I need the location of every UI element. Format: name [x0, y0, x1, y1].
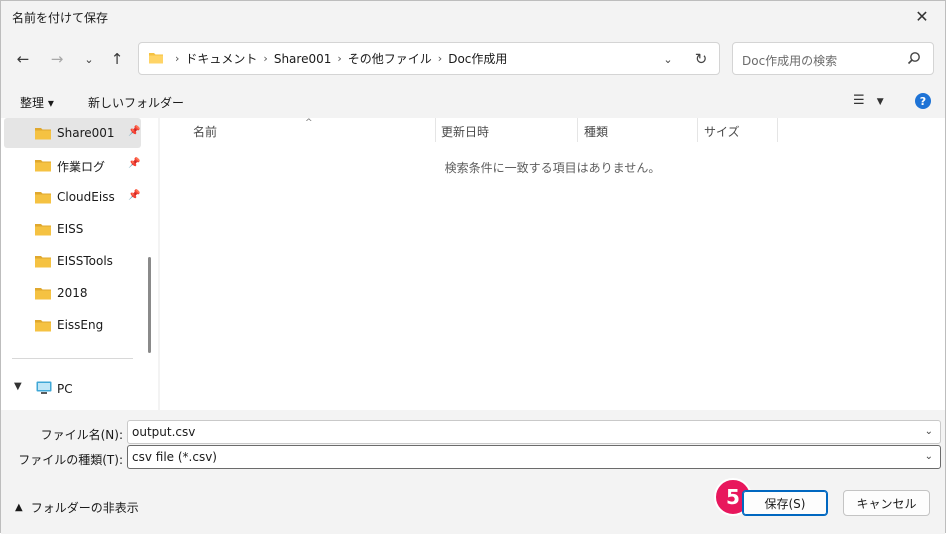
refresh-icon: ↻ — [694, 50, 708, 68]
sidebar-item-cloudeiss[interactable]: CloudEiss 📌 — [4, 182, 141, 212]
column-header-name[interactable]: 名前 — [193, 123, 217, 140]
sidebar-item-label: EISSTools — [57, 254, 113, 268]
sidebar-item-share001[interactable]: Share001 📌 — [4, 118, 141, 148]
forward-button[interactable]: → — [43, 45, 71, 73]
folder-icon — [35, 256, 51, 268]
cancel-button-label: キャンセル — [856, 496, 917, 511]
chevron-right-icon[interactable]: › — [438, 52, 442, 65]
chevron-up-icon: ▲ — [15, 502, 23, 513]
folder-icon — [35, 128, 51, 140]
breadcrumb-item-doc[interactable]: Doc作成用 — [448, 50, 507, 67]
address-bar[interactable]: › ドキュメント › Share001 › その他ファイル › Doc作成用 ⌄… — [138, 42, 720, 75]
empty-message: 検索条件に一致する項目はありません。 — [444, 161, 661, 175]
caret-down-icon: ▼ — [876, 97, 884, 107]
hide-folders-button[interactable]: ▲ フォルダーの非表示 — [15, 499, 139, 516]
sidebar-item-pc[interactable]: PC — [57, 382, 73, 396]
sidebar-item-label: Share001 — [57, 126, 115, 140]
chevron-down-icon[interactable]: ⌄ — [925, 451, 933, 462]
refresh-button[interactable]: ↻ — [690, 49, 712, 69]
column-divider[interactable] — [577, 118, 578, 142]
folder-icon — [35, 288, 51, 300]
file-list: ^ 名前 更新日時 種類 サイズ 検索条件に一致する項目はありません。 — [160, 118, 945, 410]
save-button-label: 保存(S) — [764, 496, 806, 511]
back-button[interactable]: ← — [9, 45, 37, 73]
sidebar-item-eiss[interactable]: EISS — [4, 214, 141, 244]
sidebar-scrollbar[interactable] — [148, 257, 151, 353]
divider — [12, 358, 133, 359]
column-divider[interactable] — [435, 118, 436, 142]
navigation-pane: Share001 📌 作業ログ 📌 CloudEiss 📌 EISS EISST… — [1, 118, 158, 410]
arrow-left-icon: ← — [16, 50, 30, 68]
column-header-size[interactable]: サイズ — [704, 123, 740, 140]
filename-label: ファイル名(N): — [40, 428, 123, 442]
sort-ascending-icon: ^ — [305, 118, 313, 128]
title-bar: 名前を付けて保存 ✕ — [1, 1, 945, 32]
sidebar-item-label: CloudEiss — [57, 190, 115, 204]
up-button[interactable]: ↑ — [103, 45, 131, 73]
hide-folders-label: フォルダーの非表示 — [30, 501, 139, 515]
filetype-value: csv file (*.csv) — [132, 450, 217, 464]
sidebar-item-label: 2018 — [57, 286, 88, 300]
filetype-select[interactable]: csv file (*.csv) ⌄ — [127, 445, 941, 469]
pin-icon[interactable]: 📌 — [128, 190, 140, 201]
filetype-label: ファイルの種類(T): — [18, 453, 123, 467]
sidebar-item-label: EissEng — [57, 318, 104, 332]
search-icon — [907, 52, 920, 65]
recent-locations-button[interactable]: ⌄ — [75, 45, 103, 73]
chevron-right-icon[interactable]: › — [263, 52, 267, 65]
breadcrumb-item-share001[interactable]: Share001 — [274, 52, 332, 66]
pc-icon — [36, 381, 52, 394]
address-history-button[interactable]: ⌄ — [659, 50, 677, 68]
folder-icon — [35, 320, 51, 332]
chevron-down-icon: ⌄ — [663, 52, 673, 66]
close-icon: ✕ — [915, 7, 929, 26]
chevron-right-icon[interactable]: › — [337, 52, 341, 65]
folder-icon — [35, 192, 51, 204]
save-form: ファイル名(N): output.csv ⌄ ファイルの種類(T): csv f… — [1, 410, 945, 534]
folder-icon — [149, 53, 163, 64]
dialog-title: 名前を付けて保存 — [12, 11, 109, 25]
chevron-right-icon: › — [175, 52, 180, 65]
view-options-button[interactable]: ☰ ▼ — [853, 93, 884, 108]
list-view-icon: ☰ — [853, 93, 865, 108]
folder-icon — [35, 160, 51, 172]
sidebar-item-label: EISS — [57, 222, 84, 236]
sidebar-item-eisstools[interactable]: EISSTools — [4, 246, 141, 276]
breadcrumb: › ドキュメント › Share001 › その他ファイル › Doc作成用 — [169, 43, 507, 74]
save-button[interactable]: 保存(S) — [742, 490, 828, 516]
command-bar: 整理 ▾ 新しいフォルダー ☰ ▼ ? — [1, 87, 945, 117]
filename-field[interactable]: output.csv ⌄ — [127, 420, 941, 444]
breadcrumb-item-documents[interactable]: ドキュメント — [185, 50, 257, 67]
breadcrumb-item-other-files[interactable]: その他ファイル — [348, 50, 432, 67]
search-box[interactable]: Doc作成用の検索 — [732, 42, 934, 75]
save-as-dialog: 名前を付けて保存 ✕ ← → ⌄ ↑ › ドキュメント › Share001 ›… — [0, 0, 946, 534]
arrow-right-icon: → — [50, 50, 64, 68]
search-input[interactable]: Doc作成用の検索 — [742, 52, 837, 69]
pin-icon[interactable]: 📌 — [128, 126, 140, 137]
cancel-button[interactable]: キャンセル — [843, 490, 930, 516]
folder-icon — [35, 224, 51, 236]
sidebar-item-label: 作業ログ — [57, 160, 106, 174]
arrow-up-icon: ↑ — [110, 50, 124, 68]
close-button[interactable]: ✕ — [899, 1, 945, 32]
pin-icon[interactable]: 📌 — [128, 158, 140, 169]
column-header-type[interactable]: 種類 — [584, 123, 608, 140]
column-divider[interactable] — [777, 118, 778, 142]
chevron-down-icon[interactable]: ▼ — [14, 381, 22, 392]
sidebar-item-work-log[interactable]: 作業ログ 📌 — [4, 150, 141, 180]
column-divider[interactable] — [697, 118, 698, 142]
filename-input[interactable]: output.csv — [132, 425, 195, 439]
help-icon[interactable]: ? — [915, 93, 931, 109]
sidebar-item-eisseng[interactable]: EissEng — [4, 310, 141, 340]
chevron-down-icon: ⌄ — [84, 52, 94, 66]
column-header-modified[interactable]: 更新日時 — [441, 123, 489, 140]
sidebar-item-2018[interactable]: 2018 — [4, 278, 141, 308]
new-folder-button[interactable]: 新しいフォルダー — [88, 94, 184, 111]
navigation-bar: ← → ⌄ ↑ › ドキュメント › Share001 › その他ファイル › — [1, 41, 945, 77]
organize-button[interactable]: 整理 ▾ — [20, 94, 54, 111]
chevron-down-icon[interactable]: ⌄ — [925, 426, 933, 437]
